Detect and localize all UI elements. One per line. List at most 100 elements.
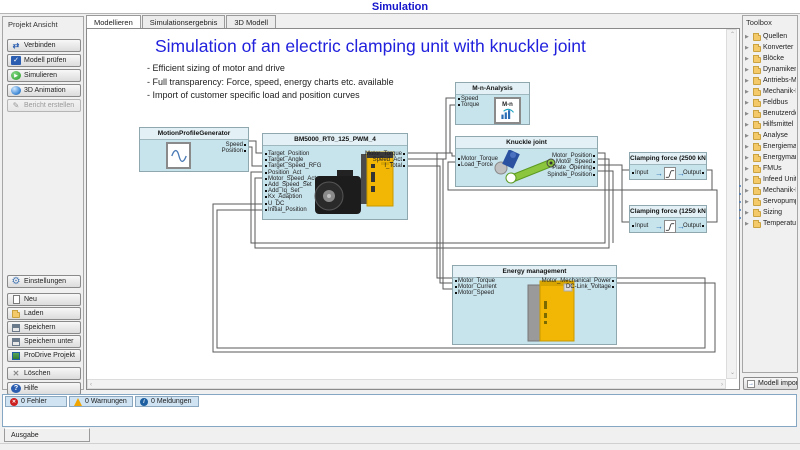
- tab-3d-modell[interactable]: 3D Modell: [226, 15, 277, 28]
- create-report-button[interactable]: ✎ Bericht erstellen: [7, 99, 81, 112]
- block-bm5000-drive[interactable]: BM5000_RT0_125_PWM_4 Target_Position Targ…: [262, 133, 408, 220]
- input-port[interactable]: Input: [631, 170, 648, 176]
- expand-chevron-icon[interactable]: ▶: [745, 34, 751, 40]
- delete-icon: ✕: [12, 368, 20, 378]
- input-port[interactable]: Input: [631, 223, 648, 229]
- output-port[interactable]: Position: [222, 148, 247, 154]
- output-port[interactable]: I_Total: [365, 163, 406, 169]
- expand-chevron-icon[interactable]: ▶: [745, 67, 751, 73]
- new-button[interactable]: Neu: [7, 293, 81, 306]
- scroll-right-icon[interactable]: ›: [721, 381, 723, 389]
- toolbox-tree-item[interactable]: ▶ Feldbus: [745, 97, 796, 108]
- info-icon: i: [140, 397, 148, 406]
- check-model-button[interactable]: ✓ Modell prüfen: [7, 54, 81, 67]
- tab-modellieren[interactable]: Modellieren: [86, 15, 141, 28]
- toolbox-tree-item[interactable]: ▶ Antriebs-Mod: [745, 75, 796, 86]
- horizontal-scrollbar[interactable]: ‹ ›: [87, 379, 726, 389]
- vertical-scrollbar[interactable]: ⌃ ⌄: [726, 29, 737, 379]
- input-port[interactable]: Load_Force: [457, 162, 498, 168]
- block-inputs: Motor_Torque Motor_Current Motor_Speed: [454, 278, 497, 297]
- save-button[interactable]: Speichern: [7, 321, 81, 334]
- toolbox-tree-item[interactable]: ▶ Blöcke: [745, 53, 796, 64]
- block-outputs: Output: [683, 170, 705, 176]
- expand-chevron-icon[interactable]: ▶: [745, 133, 751, 139]
- warnings-filter-button[interactable]: 0 Warnungen: [69, 396, 133, 407]
- toolbox-tree-item[interactable]: ▶ Energymanag: [745, 152, 796, 163]
- expand-chevron-icon[interactable]: ▶: [745, 122, 751, 128]
- block-inputs: Input: [631, 223, 648, 229]
- block-title: M-n-Analysis: [456, 83, 529, 95]
- connect-button[interactable]: ⇄ Verbinden: [7, 39, 81, 52]
- toolbox-tree-item[interactable]: ▶ Sizing: [745, 207, 796, 218]
- tab-ausgabe[interactable]: Ausgabe: [4, 428, 90, 442]
- mn-chart-icon: M-n: [494, 97, 521, 124]
- prodrive-project-button[interactable]: ProDrive Projekt: [7, 349, 81, 362]
- simulate-button[interactable]: ▶ Simulieren: [7, 69, 81, 82]
- toolbox-tree-item[interactable]: ▶ Energiemana: [745, 141, 796, 152]
- panel-splitter-handle[interactable]: [738, 185, 742, 219]
- expand-chevron-icon[interactable]: ▶: [745, 144, 751, 150]
- expand-chevron-icon[interactable]: ▶: [745, 199, 751, 205]
- scroll-down-icon[interactable]: ⌄: [730, 369, 735, 377]
- output-port[interactable]: Output: [683, 223, 705, 229]
- scroll-up-icon[interactable]: ⌃: [730, 31, 735, 39]
- block-motion-profile-generator[interactable]: MotionProfileGenerator Speed Position: [139, 127, 249, 172]
- block-clamping-force-2500[interactable]: Clamping force (2500 kN) → → Input Outpu…: [629, 152, 707, 180]
- output-port[interactable]: DC-Link_Voltage: [542, 284, 615, 290]
- settings-button[interactable]: ⚙ Einstellungen: [7, 275, 81, 288]
- output-port[interactable]: Output: [683, 170, 705, 176]
- expand-chevron-icon[interactable]: ▶: [745, 89, 751, 95]
- delete-button[interactable]: ✕ Löschen: [7, 367, 81, 380]
- block-mn-analysis[interactable]: M-n-Analysis M-n Speed Torque: [455, 82, 530, 125]
- expand-chevron-icon[interactable]: ▶: [745, 155, 751, 161]
- errors-filter-button[interactable]: ✕ 0 Fehler: [5, 396, 67, 407]
- expand-chevron-icon[interactable]: ▶: [745, 177, 751, 183]
- toolbox-tree-item[interactable]: ▶ Hilfsmittel: [745, 119, 796, 130]
- toolbox-tree-item[interactable]: ▶ FMUs: [745, 163, 796, 174]
- folder-icon: [753, 43, 761, 52]
- scroll-left-icon[interactable]: ‹: [90, 381, 92, 389]
- block-inputs: Input: [631, 170, 648, 176]
- toolbox-tree-item[interactable]: ▶ Quellen: [745, 31, 796, 42]
- toolbox-tree-item[interactable]: ▶ Infeed Units: [745, 174, 796, 185]
- saturation-icon: → →: [655, 167, 685, 180]
- output-port[interactable]: Spindle_Position: [547, 172, 596, 178]
- save-as-icon: [11, 337, 21, 347]
- toolbox-tree-item[interactable]: ▶ Dynamiken: [745, 64, 796, 75]
- block-clamping-force-1250[interactable]: Clamping force (1250 kN) → → Input Outpu…: [629, 205, 707, 233]
- block-energy-management[interactable]: Energy management Motor_Torque Motor_Curr…: [452, 265, 617, 345]
- sine-wave-icon: [166, 142, 191, 169]
- expand-chevron-icon[interactable]: ▶: [745, 166, 751, 172]
- expand-chevron-icon[interactable]: ▶: [745, 111, 751, 117]
- load-button[interactable]: Laden: [7, 307, 81, 320]
- 3d-animation-button[interactable]: 3D Animation: [7, 84, 81, 97]
- toolbox-tree-item[interactable]: ▶ Konverter: [745, 42, 796, 53]
- expand-chevron-icon[interactable]: ▶: [745, 100, 751, 106]
- expand-chevron-icon[interactable]: ▶: [745, 221, 751, 227]
- folder-icon: [753, 32, 761, 41]
- toolbox-tree-item[interactable]: ▶ Mechanik-M: [745, 185, 796, 196]
- toolbox-tree-item[interactable]: ▶ Analyse: [745, 130, 796, 141]
- folder-icon: [753, 120, 761, 129]
- block-knuckle-joint[interactable]: Knuckle joint Motor_Torque Load_Force Mot…: [455, 136, 598, 187]
- save-as-button[interactable]: Speichern unter: [7, 335, 81, 348]
- tab-simulationsergebnis[interactable]: Simulationsergebnis: [141, 15, 226, 28]
- messages-filter-button[interactable]: i0 Meldungen: [135, 396, 199, 407]
- open-folder-icon: [11, 309, 21, 319]
- expand-chevron-icon[interactable]: ▶: [745, 78, 751, 84]
- expand-chevron-icon[interactable]: ▶: [745, 56, 751, 62]
- toolbox-tree-item[interactable]: ▶ Benutzerdefin: [745, 108, 796, 119]
- folder-icon: [753, 186, 761, 195]
- input-port[interactable]: Motor_Speed: [454, 290, 497, 296]
- expand-chevron-icon[interactable]: ▶: [745, 188, 751, 194]
- toolbox-tree-item[interactable]: ▶ Mechanik-Mo: [745, 86, 796, 97]
- toolbox-tree-item[interactable]: ▶ TemperatureM: [745, 218, 796, 229]
- expand-chevron-icon[interactable]: ▶: [745, 45, 751, 51]
- folder-icon: [753, 98, 761, 107]
- input-port[interactable]: Initial_Position: [264, 207, 321, 213]
- sphere-icon: [11, 86, 21, 95]
- input-port[interactable]: Torque: [457, 102, 479, 108]
- toolbox-tree-item[interactable]: ▶ Servopumpe: [745, 196, 796, 207]
- import-model-button[interactable]: → Modell importieren: [743, 377, 798, 390]
- expand-chevron-icon[interactable]: ▶: [745, 210, 751, 216]
